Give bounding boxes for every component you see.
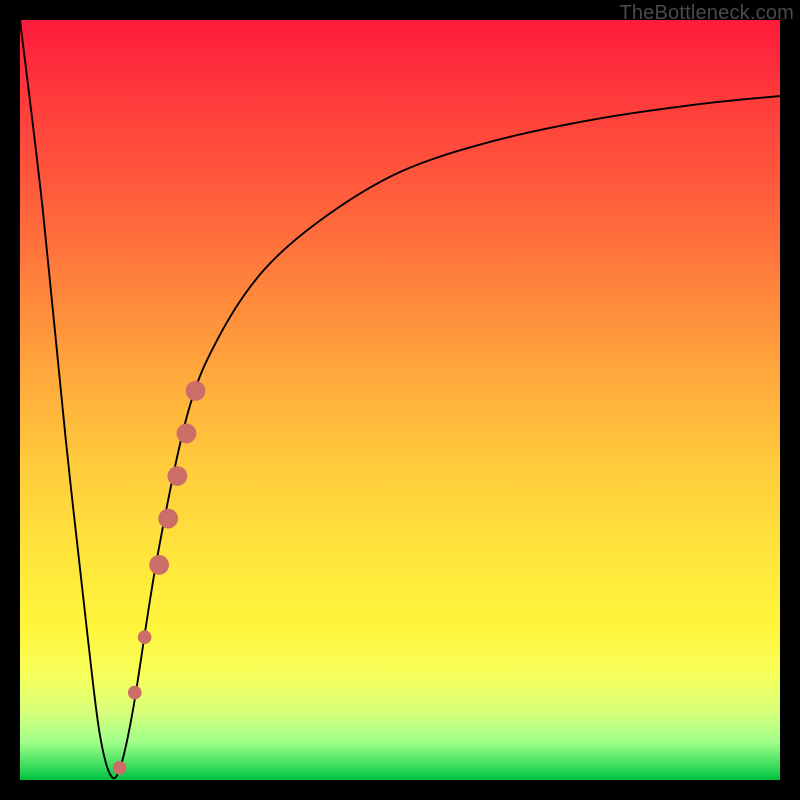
bottleneck-curve <box>20 20 780 778</box>
curve-markers <box>113 381 206 775</box>
plot-area <box>20 20 780 780</box>
curve-marker <box>186 381 206 401</box>
chart-frame: TheBottleneck.com <box>0 0 800 800</box>
curve-marker <box>158 509 178 529</box>
curve-marker <box>167 466 187 486</box>
curve-marker <box>177 424 197 444</box>
curve-marker <box>149 555 169 575</box>
curve-marker <box>128 686 142 700</box>
curve-layer <box>20 20 780 780</box>
watermark-text: TheBottleneck.com <box>619 2 794 25</box>
curve-marker <box>138 630 152 644</box>
curve-marker <box>113 761 127 775</box>
